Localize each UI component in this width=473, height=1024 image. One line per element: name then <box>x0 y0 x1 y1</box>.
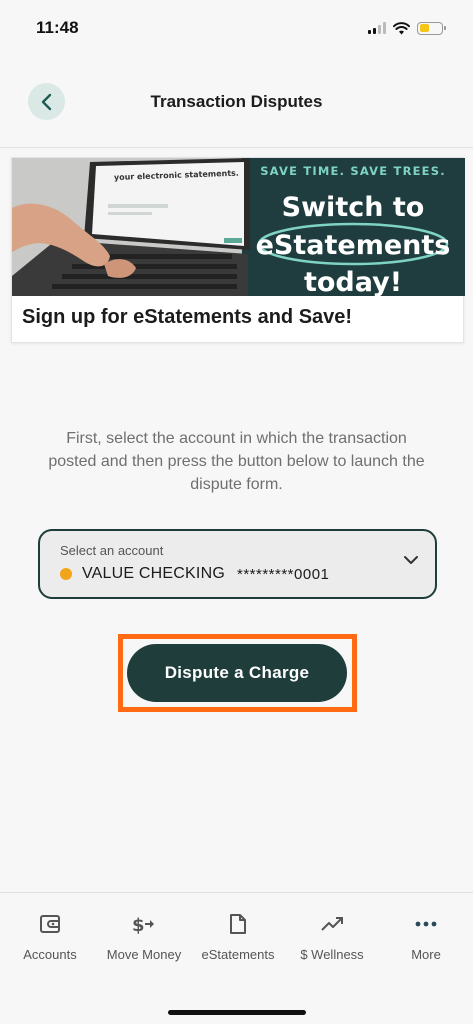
home-indicator <box>168 1010 306 1015</box>
wallet-icon <box>40 915 60 933</box>
banner-caption: Sign up for eStatements and Save! <box>22 306 353 328</box>
page-title: Transaction Disputes <box>150 92 323 111</box>
account-number: *********0001 <box>236 565 330 583</box>
banner-headline-1: Switch to <box>282 192 425 223</box>
nav-item-move-money[interactable]: $ Move Money <box>97 911 191 962</box>
svg-text:$: $ <box>132 915 145 935</box>
chevron-down-icon <box>404 556 418 564</box>
nav-label-accounts: Accounts <box>23 947 77 962</box>
battery-icon <box>417 21 446 35</box>
account-select[interactable]: Select an account VALUE CHECKING *******… <box>38 529 437 599</box>
nav-label-estatements: eStatements <box>201 947 275 962</box>
nav-label-move-money: Move Money <box>106 947 182 962</box>
cellular-signal-icon <box>368 22 386 34</box>
status-bar: 11:48 <box>0 0 473 56</box>
nav-label-more: More <box>411 947 441 962</box>
wifi-icon <box>393 21 410 34</box>
status-time: 11:48 <box>36 18 79 37</box>
estatements-promo-banner[interactable]: SAVE TIME. SAVE TREES. Switch to eStatem… <box>11 157 465 343</box>
nav-item-estatements[interactable]: eStatements <box>191 911 285 962</box>
nav-item-more[interactable]: More <box>379 911 473 962</box>
dollar-transfer-icon: $ <box>132 915 154 935</box>
account-select-label: Select an account <box>60 543 164 558</box>
nav-item-accounts[interactable]: Accounts <box>3 911 97 962</box>
banner-tagline: SAVE TIME. SAVE TREES. <box>260 164 446 178</box>
account-select-value: VALUE CHECKING *********0001 <box>60 565 329 583</box>
status-icons <box>368 21 446 35</box>
nav-label-wellness: $ Wellness <box>300 947 364 962</box>
app-header: Transaction Disputes <box>0 56 473 148</box>
more-dots-icon <box>415 921 437 927</box>
instructions-text: First, select the account in which the t… <box>48 430 425 493</box>
banner-headline-3: today! <box>304 267 402 296</box>
account-name: VALUE CHECKING <box>82 565 225 582</box>
banner-image: SAVE TIME. SAVE TREES. Switch to eStatem… <box>12 158 465 296</box>
document-icon <box>230 914 246 934</box>
nav-item-wellness[interactable]: $ Wellness <box>285 911 379 962</box>
dispute-charge-button[interactable]: Dispute a Charge <box>127 644 347 702</box>
banner-headline-2: eStatements <box>256 230 451 261</box>
account-status-dot <box>60 568 72 580</box>
trending-up-icon <box>321 917 343 931</box>
bottom-nav: Accounts $ Move Money eStatements $ Well… <box>0 892 473 1024</box>
